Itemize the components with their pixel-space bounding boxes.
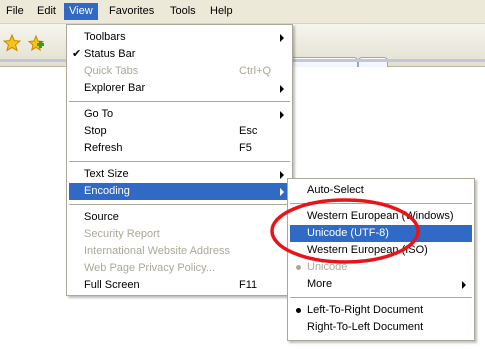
view-menu-quick-tabs: Quick Tabs Ctrl+Q — [69, 63, 290, 80]
encoding-left-to-right[interactable]: Left-To-Right Document — [290, 302, 472, 319]
view-menu-status-bar[interactable]: ✔ Status Bar — [69, 46, 290, 63]
view-menu-explorer-bar[interactable]: Explorer Bar — [69, 80, 290, 97]
menu-file[interactable]: File — [1, 3, 29, 20]
radio-bullet-icon — [296, 308, 301, 313]
view-menu-stop[interactable]: Stop Esc — [69, 123, 290, 140]
view-menu-source[interactable]: Source — [69, 209, 290, 226]
menu-help[interactable]: Help — [205, 3, 238, 20]
view-menu-international-address: International Website Address — [69, 243, 290, 260]
menu-separator — [69, 204, 290, 205]
menu-separator — [290, 297, 472, 298]
menu-item-label: Unicode — [307, 261, 348, 273]
menu-item-label: Text Size — [84, 168, 129, 180]
menu-separator — [69, 161, 290, 162]
menu-item-label: Encoding — [84, 185, 130, 197]
menu-item-label: Full Screen — [84, 279, 140, 291]
menu-edit[interactable]: Edit — [32, 3, 61, 20]
menu-item-label: Unicode (UTF-8) — [307, 227, 389, 239]
menu-item-label: Status Bar — [84, 48, 136, 60]
encoding-more[interactable]: More — [290, 276, 472, 293]
view-menu-encoding[interactable]: Encoding — [69, 183, 290, 200]
add-favorite-icon[interactable] — [27, 34, 45, 52]
menu-item-label: More — [307, 278, 333, 290]
submenu-arrow-icon — [280, 171, 284, 179]
encoding-right-to-left[interactable]: Right-To-Left Document — [290, 319, 472, 336]
view-menu-refresh[interactable]: Refresh F5 — [69, 140, 290, 157]
menu-separator — [69, 101, 290, 102]
menu-item-label: Go To — [84, 108, 114, 120]
submenu-arrow-icon — [462, 281, 466, 289]
view-menu: Toolbars ✔ Status Bar Quick Tabs Ctrl+Q … — [66, 24, 293, 296]
encoding-western-european-iso[interactable]: Western European (ISO) — [290, 242, 472, 259]
view-menu-privacy-policy: Web Page Privacy Policy... — [69, 260, 290, 277]
encoding-unicode-utf8[interactable]: Unicode (UTF-8) — [290, 225, 472, 242]
submenu-arrow-icon — [280, 188, 284, 196]
menu-item-shortcut: F5 — [239, 142, 252, 154]
menu-bar: File Edit View Favorites Tools Help — [0, 0, 485, 24]
menu-item-label: Auto-Select — [307, 184, 364, 196]
menu-item-label: Stop — [84, 125, 107, 137]
view-menu-go-to[interactable]: Go To — [69, 106, 290, 123]
menu-item-label: Explorer Bar — [84, 82, 146, 94]
menu-item-label: Right-To-Left Document — [307, 321, 424, 333]
menu-item-shortcut: F11 — [239, 279, 258, 291]
view-menu-security-report: Security Report — [69, 226, 290, 243]
menu-item-label: Quick Tabs — [84, 65, 139, 77]
submenu-arrow-icon — [280, 85, 284, 93]
encoding-western-european-windows[interactable]: Western European (Windows) — [290, 208, 472, 225]
menu-item-shortcut: Esc — [239, 125, 258, 137]
submenu-arrow-icon — [280, 111, 284, 119]
menu-item-label: Security Report — [84, 228, 160, 240]
submenu-arrow-icon — [280, 34, 284, 42]
menu-favorites[interactable]: Favorites — [104, 3, 159, 20]
menu-item-label: Western European (Windows) — [307, 210, 454, 222]
view-menu-full-screen[interactable]: Full Screen F11 — [69, 277, 290, 294]
menu-item-label: Left-To-Right Document — [307, 304, 424, 316]
menu-item-label: International Website Address — [84, 245, 230, 257]
view-menu-text-size[interactable]: Text Size — [69, 166, 290, 183]
menu-item-label: Toolbars — [84, 31, 126, 43]
encoding-submenu: Auto-Select Western European (Windows) U… — [287, 178, 475, 341]
radio-bullet-icon — [296, 265, 301, 270]
encoding-unicode: Unicode — [290, 259, 472, 276]
menu-item-label: Source — [84, 211, 119, 223]
menu-item-label: Western European (ISO) — [307, 244, 428, 256]
menu-view[interactable]: View — [64, 3, 98, 20]
menu-item-label: Refresh — [84, 142, 123, 154]
menu-separator — [290, 203, 472, 204]
checkmark-icon: ✔ — [72, 48, 82, 60]
view-menu-toolbars[interactable]: Toolbars — [69, 29, 290, 46]
menu-tools[interactable]: Tools — [165, 3, 201, 20]
menu-item-label: Web Page Privacy Policy... — [84, 262, 216, 274]
favorites-star-icon[interactable] — [2, 33, 22, 52]
menu-item-shortcut: Ctrl+Q — [239, 65, 272, 77]
encoding-auto-select[interactable]: Auto-Select — [290, 182, 472, 199]
